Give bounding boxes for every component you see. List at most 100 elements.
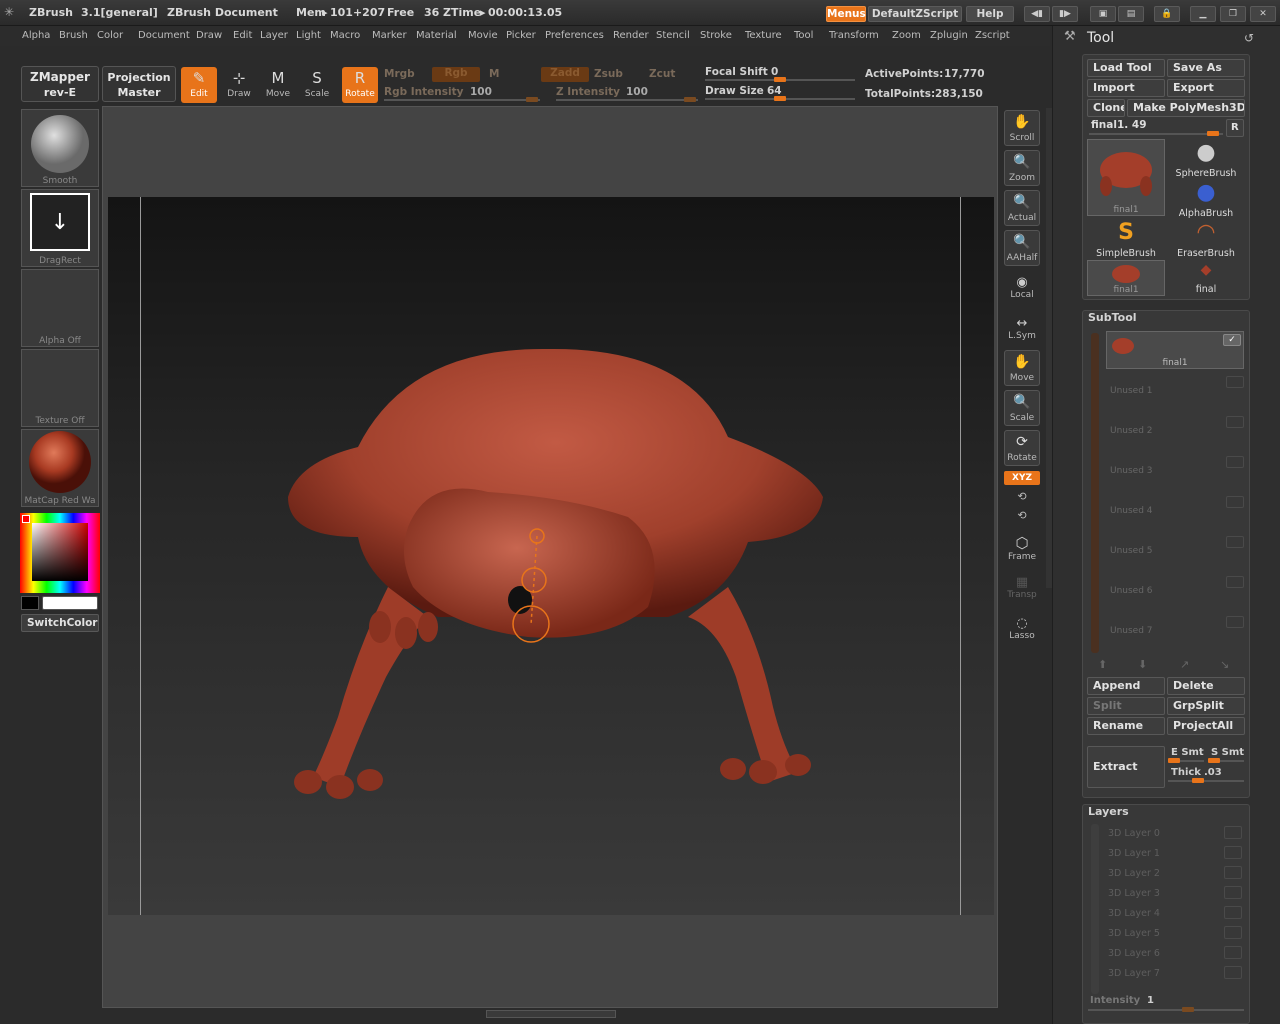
move-bottom-icon[interactable]: ↘ [1220,658,1229,671]
s-smt-slider[interactable] [1208,758,1244,763]
menu-transform[interactable]: Transform [829,30,879,41]
menu-movie[interactable]: Movie [468,30,498,41]
local-button[interactable]: ◉ Local [1004,275,1040,300]
reset-tool-button[interactable]: R [1226,119,1244,137]
y-rotate-icon[interactable]: ⟲ [1004,490,1040,503]
zmapper-button[interactable]: ZMapper rev-E [21,66,99,102]
menu-edit[interactable]: Edit [233,30,252,41]
menu-zscript[interactable]: Zscript [975,30,1010,41]
lasso-button[interactable]: ◌ Lasso [1004,616,1040,641]
panel-refresh-icon[interactable]: ↺ [1244,31,1254,45]
layer-item[interactable]: 3D Layer 4 [1108,908,1160,919]
export-button[interactable]: Export [1167,79,1245,97]
saturation-square[interactable] [32,523,88,581]
subtool-visibility-icon[interactable]: ✓ [1223,334,1241,346]
import-button[interactable]: Import [1087,79,1165,97]
subtool-slot-toggle[interactable] [1226,496,1244,508]
scale-mode-button[interactable]: S Scale [299,67,335,103]
rename-button[interactable]: Rename [1087,717,1165,735]
menu-texture[interactable]: Texture [745,30,782,41]
rgb-intensity-slider[interactable] [384,97,540,102]
tool-thumb-final1[interactable]: final1 [1087,139,1165,216]
subtool-slot-7[interactable]: Unused 7 [1106,614,1244,646]
subtool-slot-4[interactable]: Unused 4 [1106,494,1244,526]
layer-item[interactable]: 3D Layer 1 [1108,848,1160,859]
lock-icon[interactable]: 🔒 [1154,6,1180,22]
mrgb-button[interactable]: Mrgb [384,68,415,80]
subtool-slot-toggle[interactable] [1226,456,1244,468]
menu-picker[interactable]: Picker [506,30,536,41]
z-rotate-icon[interactable]: ⟲ [1004,509,1040,522]
bottom-shelf-toggle[interactable] [486,1010,616,1018]
window-layout-icon[interactable]: ▣ [1090,6,1116,22]
lsym-button[interactable]: ↔ L.Sym [1004,316,1040,341]
subtool-slot-3[interactable]: Unused 3 [1106,454,1244,486]
window-swap-icon[interactable]: ▤ [1118,6,1144,22]
extract-button[interactable]: Extract [1087,746,1165,788]
layer-toggle[interactable] [1224,906,1242,919]
alpha-selector[interactable]: Alpha Off [21,269,99,347]
menu-preferences[interactable]: Preferences [545,30,604,41]
rgb-button[interactable]: Rgb [432,67,480,82]
menu-light[interactable]: Light [296,30,321,41]
layer-toggle[interactable] [1224,886,1242,899]
scroll-button[interactable]: ✋ Scroll [1004,110,1040,146]
menu-brush[interactable]: Brush [59,30,88,41]
scroll-right-icon[interactable]: ▮▶ [1052,6,1078,22]
tool-thumb-alphabrush[interactable]: ● AlphaBrush [1172,180,1240,219]
projection-master-button[interactable]: Projection Master [102,66,176,102]
menu-document[interactable]: Document [138,30,190,41]
m-button[interactable]: M [489,68,499,80]
switch-color-button[interactable]: SwitchColor [21,614,99,632]
transp-button[interactable]: ▦ Transp [1004,575,1040,600]
stroke-selector[interactable]: ↓ DragRect [21,189,99,267]
layer-item[interactable]: 3D Layer 3 [1108,888,1160,899]
subtool-slot-5[interactable]: Unused 5 [1106,534,1244,566]
subtool-slot-2[interactable]: Unused 2 [1106,414,1244,446]
subtool-active-item[interactable]: ✓ final1 [1106,331,1244,369]
rotate-view-button[interactable]: ⟳ Rotate [1004,430,1040,466]
focal-shift-slider[interactable] [705,77,855,82]
maximize-icon[interactable]: ❐ [1220,6,1246,22]
subtool-scrollbar[interactable] [1091,333,1099,653]
append-button[interactable]: Append [1087,677,1165,695]
layer-toggle[interactable] [1224,866,1242,879]
draw-mode-button[interactable]: ⊹ Draw [221,67,257,103]
frame-button[interactable]: ⬡ Frame [1004,534,1040,562]
layer-item[interactable]: 3D Layer 0 [1108,828,1160,839]
menu-layer[interactable]: Layer [260,30,288,41]
menu-macro[interactable]: Macro [330,30,360,41]
secondary-color-swatch[interactable] [42,596,98,610]
s-smt-label[interactable]: S Smt [1211,747,1244,758]
tool-thumb-final1-copy[interactable]: final1 [1087,260,1165,296]
layer-toggle[interactable] [1224,966,1242,979]
layer-toggle[interactable] [1224,826,1242,839]
draw-size-slider[interactable] [705,96,855,101]
zadd-button[interactable]: Zadd [541,67,589,82]
menu-zplugin[interactable]: Zplugin [930,30,968,41]
aahalf-button[interactable]: 🔍 AAHalf [1004,230,1040,266]
thick-slider[interactable] [1168,778,1244,783]
help-button[interactable]: Help [966,6,1014,22]
primary-color-swatch[interactable] [21,596,39,610]
move-down-icon[interactable]: ⬇ [1138,658,1147,671]
tool-slider[interactable] [1089,131,1223,136]
rotate-mode-button[interactable]: R Rotate [342,67,378,103]
xyz-rotate-button[interactable]: XYZ [1004,471,1040,485]
zoom-button[interactable]: 🔍 Zoom [1004,150,1040,186]
e-smt-slider[interactable] [1168,758,1204,763]
brush-selector[interactable]: Smooth [21,109,99,187]
tool-thumb-simplebrush[interactable]: S SimpleBrush [1092,220,1160,259]
subtool-slot-6[interactable]: Unused 6 [1106,574,1244,606]
document-canvas[interactable] [108,197,994,915]
move-top-icon[interactable]: ↗ [1180,658,1189,671]
layer-toggle[interactable] [1224,846,1242,859]
edit-mode-button[interactable]: ✎ Edit [181,67,217,103]
default-zscript-button[interactable]: DefaultZScript [868,6,962,22]
zsub-button[interactable]: Zsub [594,68,623,80]
material-selector[interactable]: MatCap Red Wa [21,429,99,507]
tool-thumb-final[interactable]: ◆ final [1172,262,1240,295]
menu-material[interactable]: Material [416,30,457,41]
minimize-icon[interactable]: ▁ [1190,6,1216,22]
clone-button[interactable]: Clone [1087,99,1125,117]
